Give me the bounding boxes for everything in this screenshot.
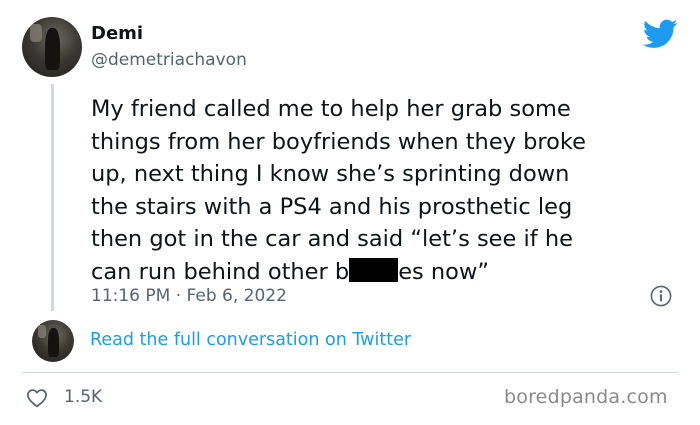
avatar-figure bbox=[44, 27, 61, 70]
read-conversation-link[interactable]: Read the full conversation on Twitter bbox=[90, 330, 411, 350]
tweet-text-fragment: can run behind other b bbox=[91, 258, 350, 285]
watermark: boredpanda.com bbox=[504, 386, 668, 408]
author-avatar[interactable] bbox=[22, 17, 82, 77]
tweet-text-last-line: can run behind other b es now” bbox=[91, 256, 681, 289]
heart-icon[interactable] bbox=[26, 388, 48, 408]
thread-connector-line bbox=[51, 84, 54, 311]
tweet-text: My friend called me to help her grab som… bbox=[91, 93, 681, 288]
tweet-text-line: the stairs with a PS4 and his prosthetic… bbox=[91, 193, 573, 220]
tweet-text-fragment: es now” bbox=[398, 258, 490, 285]
author-name[interactable]: Demi bbox=[91, 23, 143, 44]
like-count: 1.5K bbox=[64, 387, 103, 407]
info-icon[interactable] bbox=[650, 285, 672, 307]
redaction-box bbox=[349, 257, 399, 282]
avatar-figure bbox=[47, 327, 59, 357]
avatar-highlight bbox=[37, 325, 47, 338]
tweet-text-line: then got in the car and said “let’s see … bbox=[91, 226, 573, 252]
twitter-bird-icon[interactable] bbox=[643, 19, 678, 49]
tweet-text-line: up, next thing I know she’s sprinting do… bbox=[91, 161, 570, 187]
tweet-text-line: My friend called me to help her grab som… bbox=[91, 96, 571, 122]
tweet-timestamp[interactable]: 11:16 PM · Feb 6, 2022 bbox=[91, 286, 287, 306]
author-handle[interactable]: @demetriachavon bbox=[91, 50, 247, 70]
avatar-highlight bbox=[30, 24, 43, 43]
reply-avatar[interactable] bbox=[32, 320, 74, 362]
tweet-text-line: things from her boyfriends when they bro… bbox=[91, 128, 586, 155]
divider bbox=[22, 372, 678, 373]
